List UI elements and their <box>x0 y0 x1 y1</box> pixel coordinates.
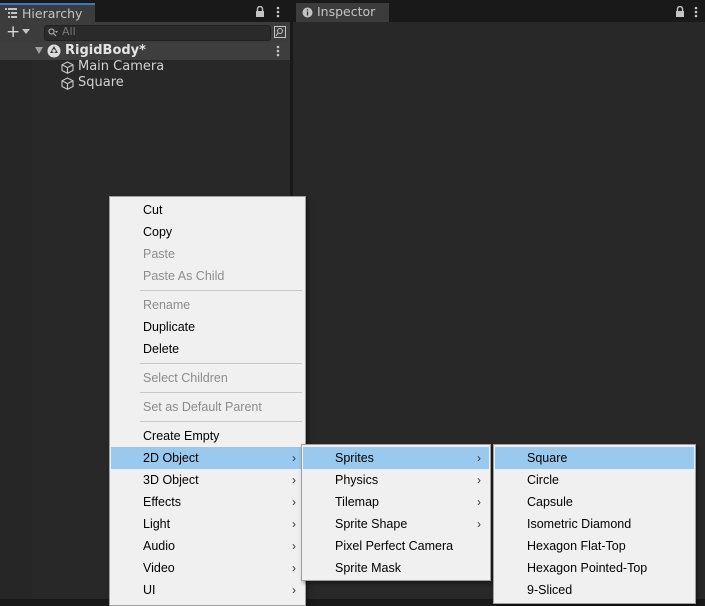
menu-separator <box>140 290 302 291</box>
submenu-2d-object: Sprites › Physics › Tilemap › Sprite Shape ›… <box>301 444 491 581</box>
menu-item-effects[interactable]: Effects › <box>111 491 304 513</box>
inspector-kebab-menu-icon[interactable] <box>694 6 698 18</box>
chevron-down-icon[interactable] <box>22 29 30 34</box>
submenu-arrow-icon: › <box>292 539 296 553</box>
tab-inspector[interactable]: Inspector <box>296 3 389 22</box>
inspector-lock-icon[interactable] <box>675 6 685 17</box>
menu-item-hexagon-flat-top[interactable]: Hexagon Flat-Top <box>495 535 694 557</box>
gameobject-icon <box>61 61 74 74</box>
menu-item-sprite-shape[interactable]: Sprite Shape › <box>303 513 489 535</box>
submenu-arrow-icon: › <box>477 495 481 509</box>
menu-item-9-sliced[interactable]: 9-Sliced <box>495 579 694 601</box>
menu-item-paste[interactable]: Paste <box>111 243 304 265</box>
context-menu: Cut Copy Paste Paste As Child Rename Dup… <box>109 196 306 606</box>
submenu-sprites: Square Circle Capsule Isometric Diamond … <box>493 444 696 604</box>
expand-arrow-icon[interactable] <box>35 47 43 54</box>
submenu-arrow-icon: › <box>292 473 296 487</box>
tab-hierarchy-label: Hierarchy <box>22 6 83 21</box>
menu-item-rename[interactable]: Rename <box>111 294 304 316</box>
submenu-arrow-icon: › <box>292 517 296 531</box>
search-placeholder: All <box>62 25 76 38</box>
menu-item-paste-as-child[interactable]: Paste As Child <box>111 265 304 287</box>
menu-separator <box>140 392 302 393</box>
menu-item-physics[interactable]: Physics › <box>303 469 489 491</box>
menu-item-delete[interactable]: Delete <box>111 338 304 360</box>
menu-item-sprite-mask[interactable]: Sprite Mask <box>303 557 489 579</box>
add-button[interactable]: + <box>6 22 20 42</box>
info-icon <box>302 7 313 18</box>
search-input[interactable]: All <box>44 25 271 41</box>
menu-item-duplicate[interactable]: Duplicate <box>111 316 304 338</box>
menu-item-cut[interactable]: Cut <box>111 199 304 221</box>
scene-name: RigidBody* <box>65 43 146 58</box>
menu-item-sprites[interactable]: Sprites › <box>303 447 489 469</box>
menu-separator <box>140 363 302 364</box>
submenu-arrow-icon: › <box>477 517 481 531</box>
hierarchy-gutter <box>0 42 32 599</box>
submenu-arrow-icon: › <box>292 495 296 509</box>
submenu-arrow-icon: › <box>292 451 296 465</box>
menu-item-select-children[interactable]: Select Children <box>111 367 304 389</box>
menu-item-square[interactable]: Square <box>495 447 694 469</box>
tab-inspector-label: Inspector <box>317 4 376 19</box>
search-icon <box>48 28 58 37</box>
search-scene-icon[interactable] <box>274 26 286 38</box>
menu-item-ui[interactable]: UI › <box>111 579 304 601</box>
menu-item-hexagon-pointed-top[interactable]: Hexagon Pointed-Top <box>495 557 694 579</box>
hierarchy-list-icon <box>5 8 17 18</box>
menu-item-tilemap[interactable]: Tilemap › <box>303 491 489 513</box>
menu-item-pixel-perfect-camera[interactable]: Pixel Perfect Camera <box>303 535 489 557</box>
submenu-arrow-icon: › <box>292 583 296 597</box>
menu-item-light[interactable]: Light › <box>111 513 304 535</box>
submenu-arrow-icon: › <box>292 561 296 575</box>
lock-icon[interactable] <box>255 6 265 17</box>
unity-scene-icon <box>47 44 61 58</box>
submenu-arrow-icon: › <box>477 473 481 487</box>
menu-item-create-empty[interactable]: Create Empty <box>111 425 304 447</box>
menu-item-video[interactable]: Video › <box>111 557 304 579</box>
scene-options-icon[interactable] <box>276 45 280 57</box>
tab-hierarchy[interactable]: Hierarchy <box>0 3 95 22</box>
menu-item-2d-object[interactable]: 2D Object › <box>111 447 304 469</box>
hierarchy-item-main-camera[interactable]: Main Camera <box>78 59 164 74</box>
menu-item-audio[interactable]: Audio › <box>111 535 304 557</box>
menu-item-circle[interactable]: Circle <box>495 469 694 491</box>
menu-item-capsule[interactable]: Capsule <box>495 491 694 513</box>
menu-item-3d-object[interactable]: 3D Object › <box>111 469 304 491</box>
hierarchy-item-square[interactable]: Square <box>78 75 124 90</box>
menu-item-set-default-parent[interactable]: Set as Default Parent <box>111 396 304 418</box>
gameobject-icon <box>61 77 74 90</box>
submenu-arrow-icon: › <box>477 451 481 465</box>
menu-item-isometric-diamond[interactable]: Isometric Diamond <box>495 513 694 535</box>
menu-item-copy[interactable]: Copy <box>111 221 304 243</box>
kebab-menu-icon[interactable] <box>276 6 280 18</box>
menu-separator <box>140 421 302 422</box>
